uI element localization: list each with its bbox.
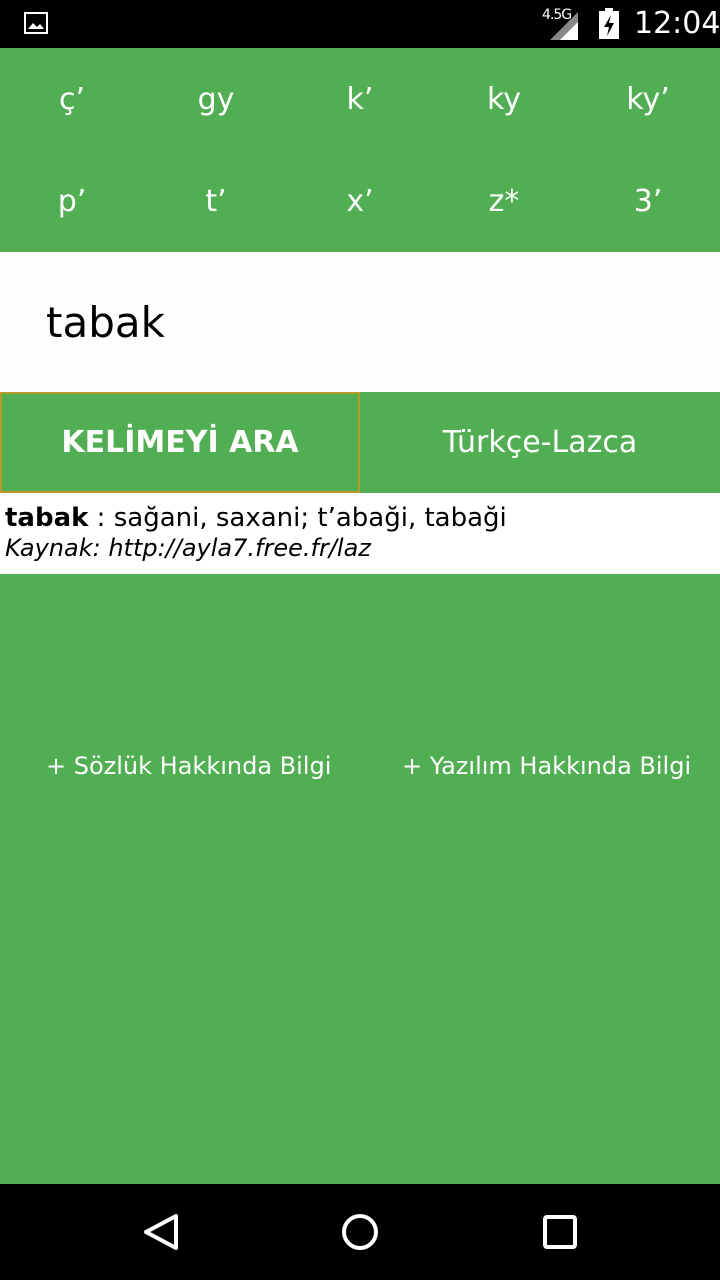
key-x-ejective[interactable]: x’ bbox=[288, 150, 432, 252]
search-field bbox=[0, 252, 720, 392]
navigation-bar bbox=[0, 1184, 720, 1280]
home-icon[interactable] bbox=[330, 1202, 390, 1262]
search-input[interactable] bbox=[0, 252, 720, 392]
key-p-ejective[interactable]: p’ bbox=[0, 150, 144, 252]
key-c-cedilla-ejective[interactable]: ç’ bbox=[0, 48, 144, 150]
back-icon[interactable] bbox=[130, 1202, 190, 1262]
clock: 12:04 bbox=[634, 6, 720, 41]
key-ky-ejective[interactable]: ky’ bbox=[576, 48, 720, 150]
key-z-star[interactable]: z* bbox=[432, 150, 576, 252]
key-k-ejective[interactable]: k’ bbox=[288, 48, 432, 150]
result-entry: tabak : sağani, saxani; t’abaği, tabaği bbox=[5, 503, 720, 533]
translation-direction-button[interactable]: Türkçe-Lazca bbox=[360, 392, 720, 493]
key-gy[interactable]: gy bbox=[144, 48, 288, 150]
dictionary-info-link[interactable]: + Sözlük Hakkında Bilgi bbox=[46, 752, 331, 780]
key-ky[interactable]: ky bbox=[432, 48, 576, 150]
software-info-link[interactable]: + Yazılım Hakkında Bilgi bbox=[402, 752, 691, 780]
search-word-button[interactable]: KELİMEYİ ARA bbox=[0, 392, 360, 493]
gallery-icon bbox=[24, 12, 48, 34]
signal-icon bbox=[550, 12, 578, 40]
key-t-ejective[interactable]: t’ bbox=[144, 150, 288, 252]
status-bar: 4.5G 12:04 bbox=[0, 0, 720, 48]
recents-icon[interactable] bbox=[530, 1202, 590, 1262]
search-result: tabak : sağani, saxani; t’abaği, tabaği … bbox=[0, 493, 720, 574]
special-letter-keypad: ç’ gy k’ ky ky’ p’ t’ x’ z* 3’ bbox=[0, 48, 720, 252]
result-word: tabak bbox=[5, 503, 89, 533]
result-source: Kaynak: http://ayla7.free.fr/laz bbox=[5, 534, 371, 562]
result-definition: : sağani, saxani; t’abaği, tabaği bbox=[88, 503, 507, 533]
key-3-ejective[interactable]: 3’ bbox=[576, 150, 720, 252]
battery-charging-icon bbox=[599, 8, 619, 39]
